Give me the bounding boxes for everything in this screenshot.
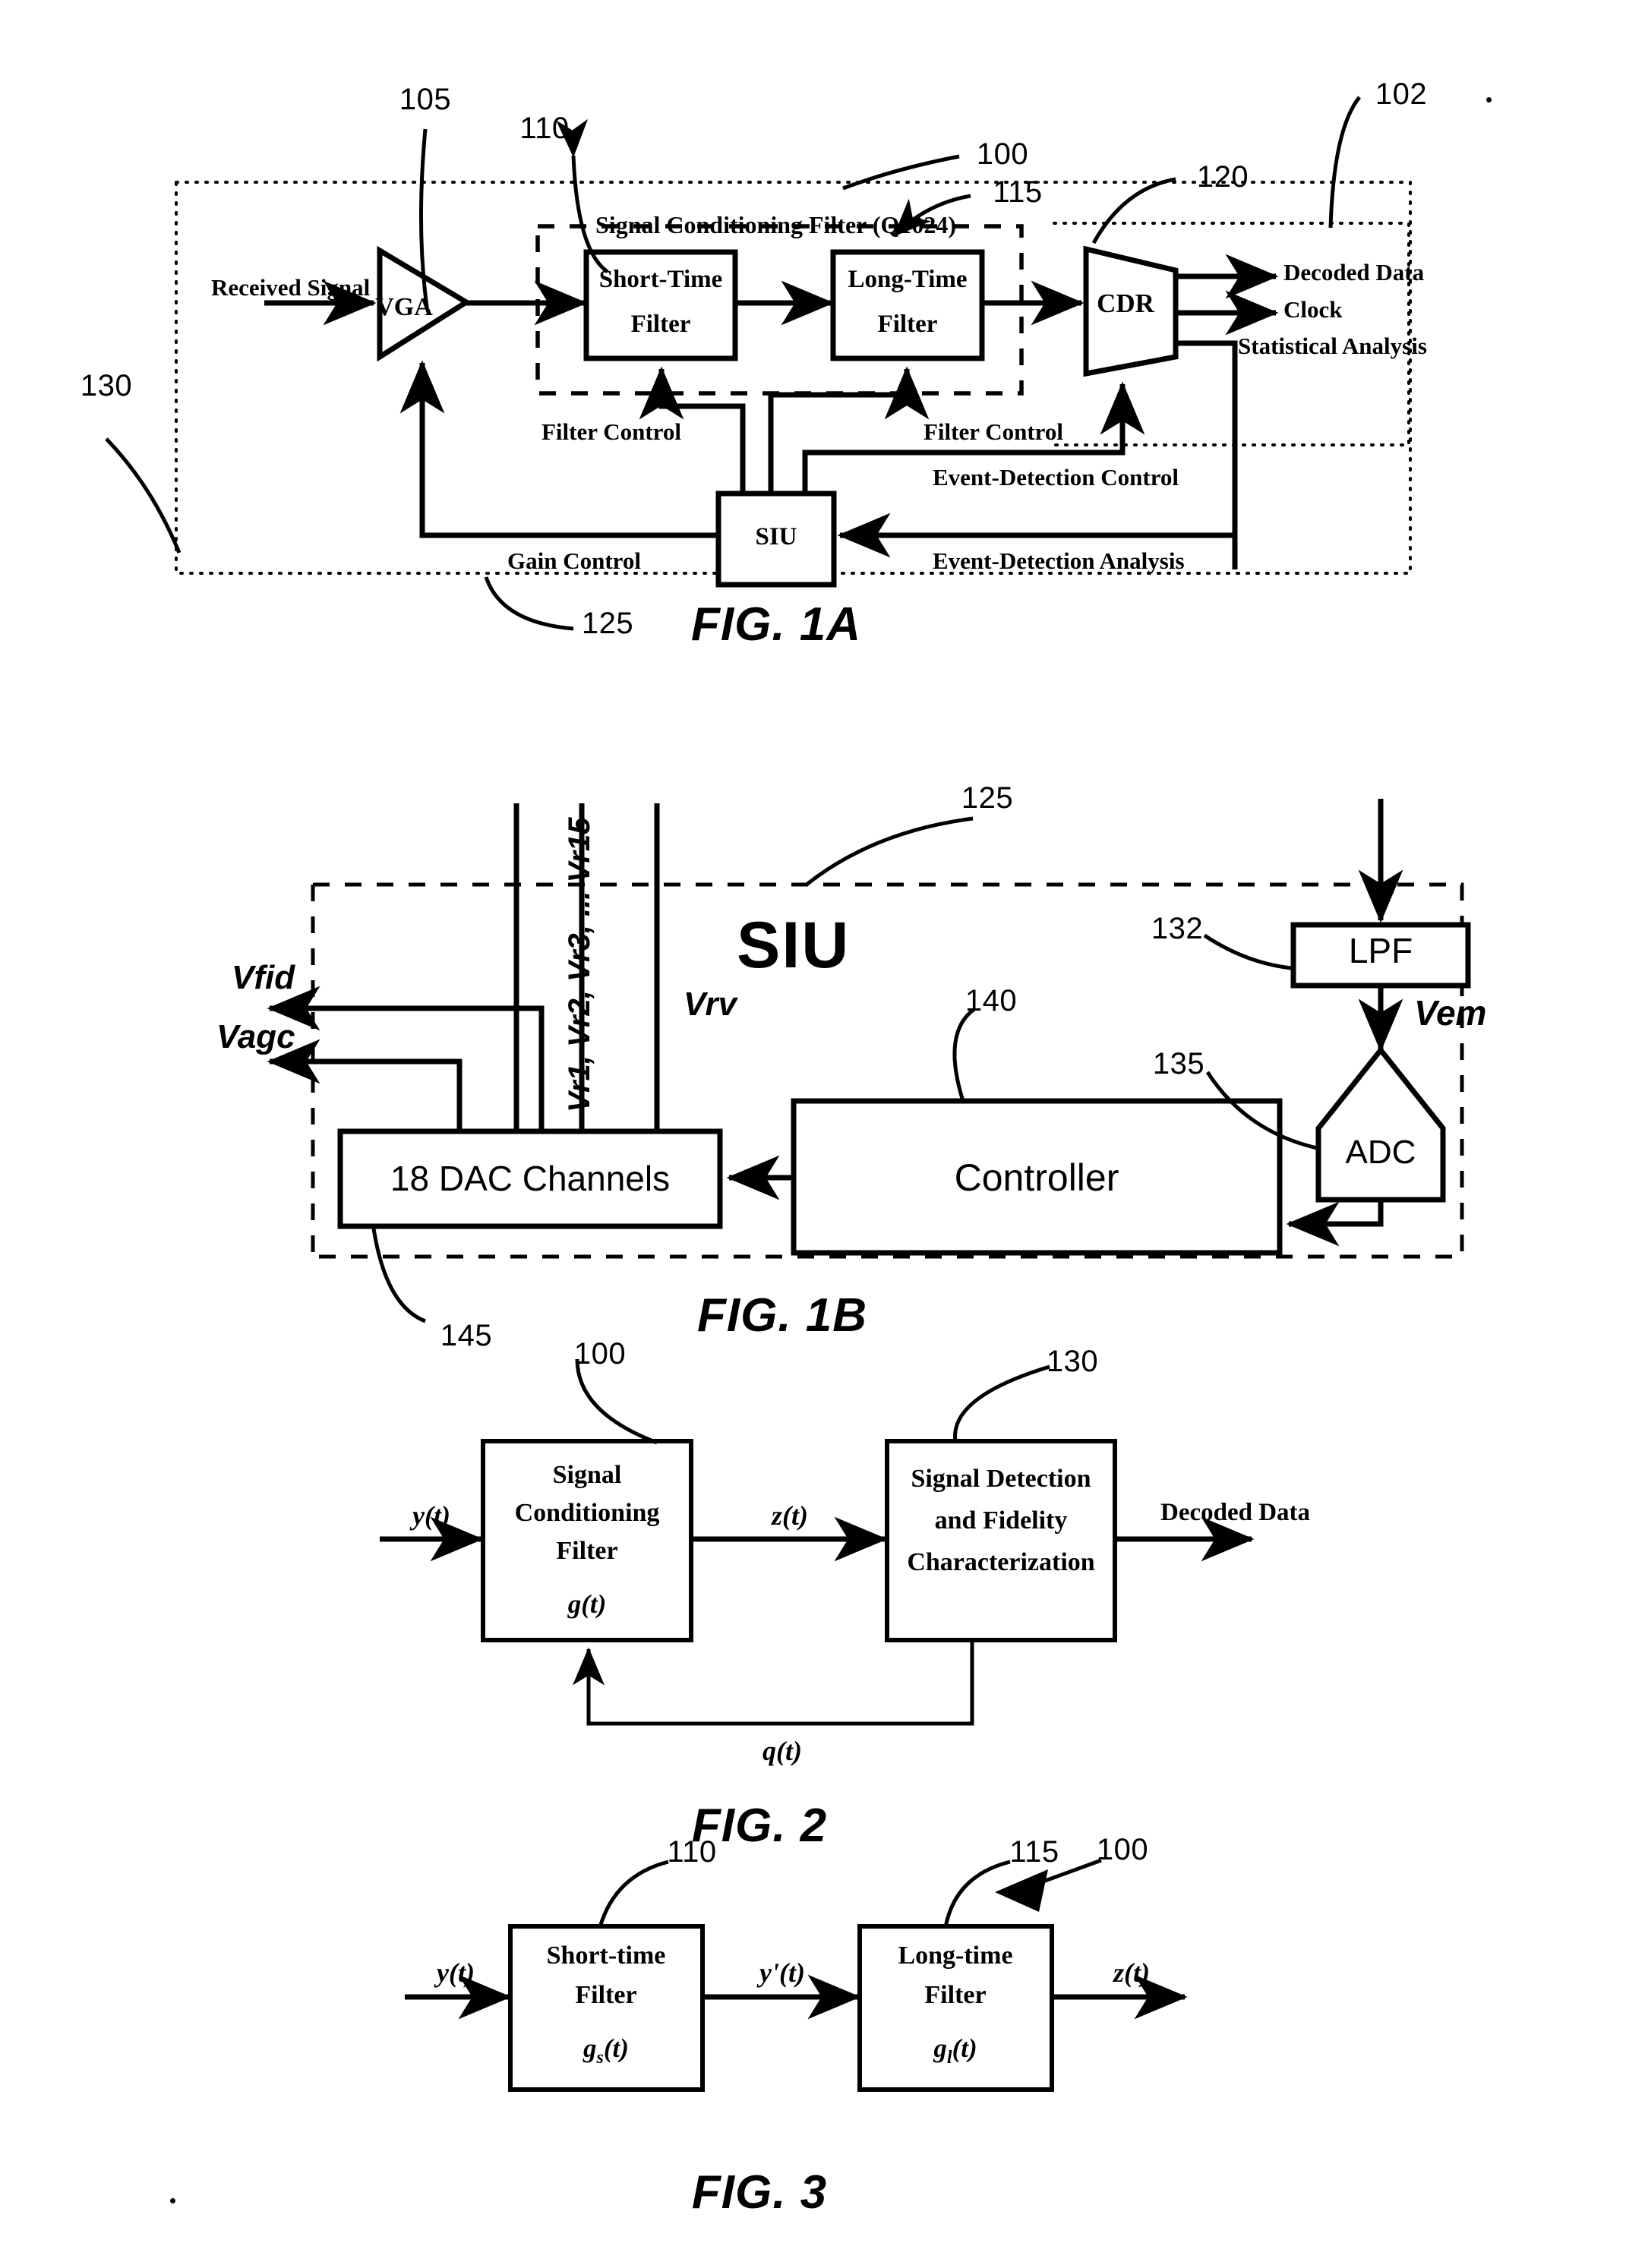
ref-numeral-115-fig3: 115	[1009, 1835, 1059, 1869]
long-time-filter-label-line2: Filter	[877, 311, 938, 338]
scan-artifact-dot-bottom-left	[170, 2198, 175, 2203]
fig1b-group	[267, 799, 1471, 1323]
fig2-output-label: Decoded Data	[1160, 1499, 1311, 1526]
fig3-output-label: z(t)	[1113, 1957, 1150, 1988]
ref-numeral-130-fig1a: 130	[80, 369, 133, 402]
gain-control-label: Gain Control	[507, 547, 641, 574]
ref-numeral-100-fig3: 100	[1096, 1833, 1149, 1866]
ref-numeral-105: 105	[399, 83, 452, 116]
fig2-scf-transfer-fn: g(t)	[567, 1589, 607, 1619]
long-time-filter-label-line1: Long-Time	[848, 266, 968, 293]
leader-125-fig1a	[484, 576, 574, 631]
ref-numeral-130-fig2: 130	[1046, 1345, 1099, 1378]
fig3-mid-label: y'(t)	[759, 1957, 805, 1988]
filter-control-left-label: Filter Control	[541, 418, 681, 445]
vem-label: Vem	[1414, 993, 1487, 1033]
leader-100	[842, 154, 960, 191]
fig3-short-transfer-sub: s	[596, 2048, 604, 2068]
decoded-data-label: Decoded Data	[1283, 259, 1425, 285]
fig2-mid-label: z(t)	[772, 1500, 808, 1531]
ref-numeral-115-fig1a: 115	[993, 175, 1043, 209]
leader-130	[105, 437, 182, 554]
ref-numeral-140: 140	[965, 984, 1018, 1017]
leader-110-fig3	[598, 1860, 669, 1928]
leader-130-fig2	[953, 1364, 1050, 1442]
leader-132	[1203, 933, 1292, 970]
ref-numeral-132: 132	[1151, 912, 1204, 945]
statistical-analysis-label: Statistical Analysis	[1238, 333, 1427, 359]
fig3-long-transfer-tail: (t)	[952, 2033, 977, 2063]
fig3-short-transfer-tail: (t)	[603, 2033, 629, 2063]
vr-bus-label: Vr1, Vr2, Vr3, ... Vr15	[563, 817, 596, 1112]
fig2-sdfc-line1: Signal Detection	[911, 1465, 1091, 1493]
gain-control-line	[399, 360, 718, 538]
adc-block	[1315, 1046, 1446, 1203]
filter-control-right-line	[768, 366, 930, 494]
controller-label: Controller	[954, 1156, 1119, 1199]
leader-120	[1091, 177, 1176, 244]
adc-to-controller-arrow	[1286, 1200, 1384, 1247]
ref-numeral-110-fig3: 110	[667, 1835, 717, 1869]
ref-numeral-102: 102	[1375, 77, 1428, 111]
fig2-sdfc-line3: Characterization	[907, 1548, 1095, 1576]
vagc-output-line	[267, 1039, 463, 1131]
vfid-output-line	[267, 986, 545, 1131]
fig2-feedback-label: q(t)	[762, 1736, 802, 1766]
fig3-100-arrow-pointer	[995, 1869, 1048, 1912]
filter-control-right-label: Filter Control	[924, 418, 1063, 445]
fig2-sdfc-line2: and Fidelity	[934, 1506, 1068, 1535]
cdr-label: CDR	[1097, 289, 1154, 318]
ref-numeral-145: 145	[440, 1319, 493, 1352]
event-detection-analysis-label: Event-Detection Analysis	[933, 547, 1185, 574]
fig2-scf-line1: Signal	[552, 1461, 622, 1489]
short-time-filter-label-line2: Filter	[630, 311, 691, 338]
fig3-caption: FIG. 3	[691, 2166, 828, 2219]
siu-title-fig1b: SIU	[737, 909, 851, 982]
leader-100-fig2	[575, 1358, 658, 1445]
scf-group-label: Signal Conditioning Filter (Q1024)	[595, 211, 957, 238]
ref-numeral-100-fig2: 100	[573, 1337, 627, 1371]
event-detection-control-label: Event-Detection Control	[933, 464, 1179, 491]
ref-numeral-120: 120	[1196, 160, 1249, 194]
fig1a-caption: FIG. 1A	[690, 598, 862, 651]
fig1b-caption: FIG. 1B	[696, 1289, 868, 1342]
adc-label: ADC	[1345, 1134, 1416, 1171]
ref-numeral-100-fig1a: 100	[976, 137, 1029, 171]
leader-140	[952, 1007, 976, 1102]
fig2-group	[380, 1358, 1255, 1726]
lpf-label: LPF	[1348, 931, 1413, 970]
fig2-feedback-path	[573, 1640, 974, 1726]
leader-125-fig1b	[805, 816, 974, 886]
ref-numeral-135: 135	[1152, 1047, 1205, 1080]
fig3-short-transfer-fn: gs(t)	[583, 2033, 629, 2068]
fig2-scf-line3: Filter	[556, 1537, 618, 1565]
fig3-long-line1: Long-time	[898, 1942, 1013, 1970]
vfid-label: Vfid	[232, 959, 295, 996]
siu-label-fig1a: SIU	[755, 523, 797, 550]
fig3-short-transfer-main: g	[583, 2033, 597, 2063]
fig3-long-transfer-main: g	[933, 2033, 947, 2063]
short-time-filter-label-line1: Short-Time	[598, 266, 723, 293]
received-signal-label: Received Signal	[211, 274, 371, 301]
dac-channels-label: 18 DAC Channels	[390, 1159, 671, 1198]
clock-label: Clock	[1283, 296, 1343, 323]
vagc-label: Vagc	[216, 1018, 295, 1055]
ref-numeral-125-fig1b: 125	[961, 781, 1014, 815]
ref-numeral-125-fig1a: 125	[581, 607, 634, 640]
vrv-label: Vrv	[684, 986, 737, 1023]
leader-145	[371, 1228, 426, 1323]
fig3-long-transfer-fn: gl(t)	[933, 2033, 977, 2068]
patent-drawing-sheet: 105 110 100 115 120 102 130 125 Signal C…	[0, 0, 1626, 2268]
fig2-scf-line2: Conditioning	[514, 1499, 660, 1527]
fig3-short-line1: Short-time	[546, 1942, 666, 1970]
leader-102	[1328, 96, 1361, 229]
fig3-input-label: y(t)	[437, 1957, 475, 1988]
fig3-short-line2: Filter	[575, 1981, 637, 2009]
vga-label: VGA	[375, 293, 433, 321]
fig3-long-line2: Filter	[924, 1981, 987, 2009]
scan-artifact-dot-top-right	[1486, 97, 1492, 103]
ref-numeral-110: 110	[519, 112, 570, 145]
fig2-input-label: y(t)	[412, 1500, 450, 1531]
